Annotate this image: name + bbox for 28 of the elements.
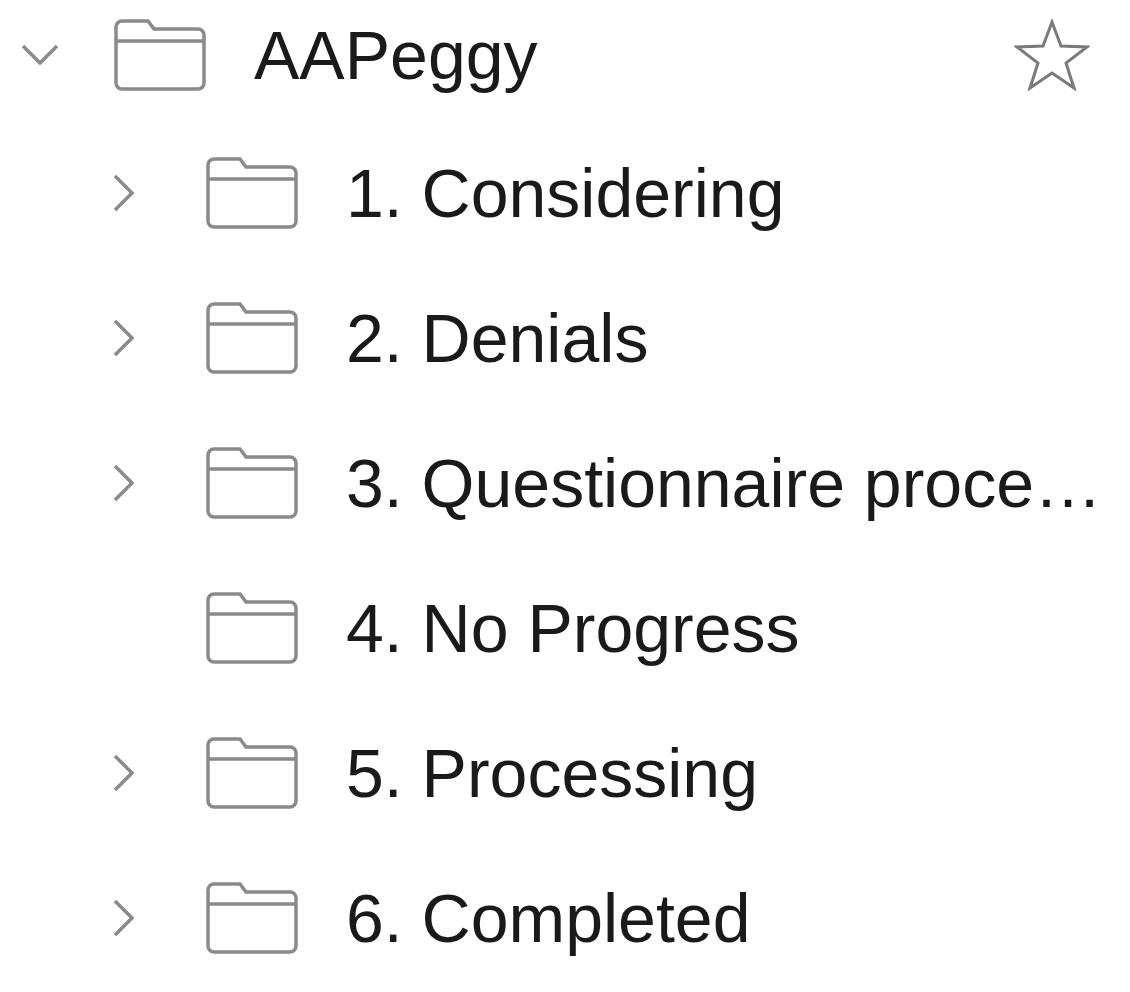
- chevron-right-icon[interactable]: [112, 172, 136, 213]
- folder-icon: [206, 446, 298, 519]
- chevron-right-icon[interactable]: [112, 897, 136, 938]
- folder-icon: [206, 881, 298, 954]
- chevron-down-icon[interactable]: [20, 43, 60, 67]
- folder-row[interactable]: 2. Denials: [112, 265, 1130, 410]
- folder-name: 4. No Progress: [346, 588, 800, 667]
- folder-row[interactable]: 1. Considering: [112, 120, 1130, 265]
- folder-name: 1. Considering: [346, 153, 785, 232]
- star-icon[interactable]: [1014, 19, 1090, 91]
- folder-name: 2. Denials: [346, 298, 649, 377]
- chevron-right-icon[interactable]: [112, 317, 136, 358]
- folder-row[interactable]: 4. No Progress: [112, 555, 1130, 700]
- chevron-right-icon[interactable]: [112, 462, 136, 503]
- folder-icon: [206, 591, 298, 664]
- folder-row[interactable]: AAPeggy: [0, 0, 1130, 110]
- folder-name: 3. Questionnaire proce…: [346, 443, 1102, 522]
- folder-icon: [206, 736, 298, 809]
- chevron-right-icon[interactable]: [112, 752, 136, 793]
- folder-name: 5. Processing: [346, 733, 758, 812]
- folder-name: 6. Completed: [346, 878, 751, 957]
- folder-icon: [206, 301, 298, 374]
- folder-row[interactable]: 5. Processing: [112, 700, 1130, 845]
- folder-icon: [206, 156, 298, 229]
- folder-icon: [114, 19, 206, 91]
- folder-row[interactable]: 3. Questionnaire proce…: [112, 410, 1130, 555]
- folder-name: AAPeggy: [254, 16, 538, 94]
- folder-row[interactable]: 6. Completed: [112, 845, 1130, 990]
